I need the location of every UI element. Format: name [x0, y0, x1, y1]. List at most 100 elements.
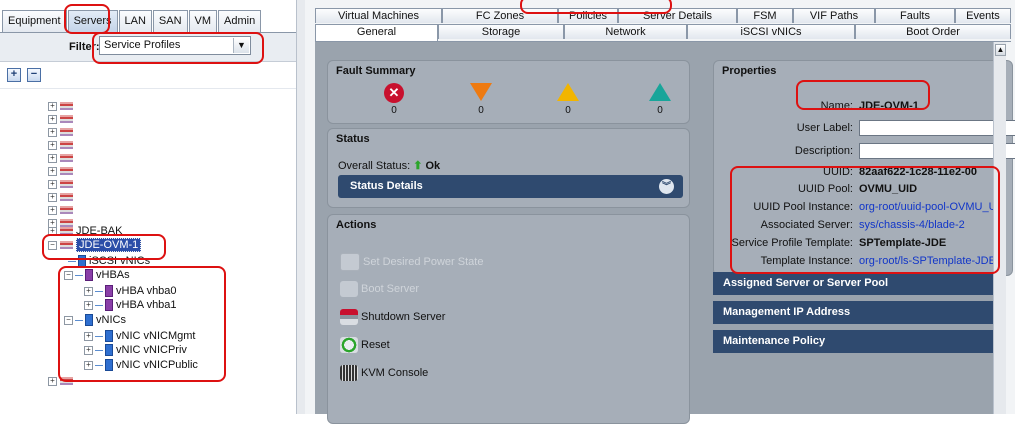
tree-toolbar: + − — [0, 62, 296, 89]
description-input[interactable] — [859, 143, 1015, 159]
tab-row-bottom: General Storage Network iSCSI vNICs Boot… — [315, 24, 1011, 42]
service-profile-icon — [60, 206, 73, 215]
status-details-toggle[interactable]: Status Details ︾ — [338, 175, 683, 198]
service-profile-icon — [60, 241, 73, 250]
tree-item-label: vNICs — [96, 314, 126, 326]
tree-item-jde-bak[interactable]: + JDE-BAK — [48, 224, 122, 238]
tree-item-label: vNIC vNICPublic — [116, 359, 198, 371]
shutdown-server-action[interactable]: Shutdown Server — [340, 309, 445, 329]
nav-tab-servers[interactable]: Servers — [67, 10, 118, 32]
service-profile-icon — [60, 377, 73, 386]
tree-item-vnics[interactable]: − vNICs — [64, 313, 126, 327]
collapse-icon[interactable]: − — [64, 271, 73, 280]
tab-storage[interactable]: Storage — [438, 24, 564, 39]
collapse-all-icon[interactable]: − — [27, 68, 41, 82]
tab-general[interactable]: General — [315, 24, 438, 41]
expand-icon[interactable]: + — [84, 332, 93, 341]
tree-item-label: JDE-OVM-1 — [76, 238, 142, 252]
expand-icon[interactable]: + — [48, 102, 57, 111]
expand-icon[interactable]: + — [48, 167, 57, 176]
tab-boot-order[interactable]: Boot Order — [855, 24, 1011, 39]
chevron-down-icon[interactable]: ▼ — [233, 38, 249, 53]
tab-vif-paths[interactable]: VIF Paths — [793, 8, 875, 23]
expand-icon[interactable]: + — [48, 128, 57, 137]
template-instance-link[interactable]: org-root/ls-SPTemplate-JDE — [859, 255, 996, 267]
chevron-double-down-icon[interactable]: ︾ — [659, 179, 674, 194]
prop-name: Name: JDE-OVM-1 — [713, 100, 1013, 116]
assigned-server-expander[interactable]: Assigned Server or Server Pool — [713, 272, 1001, 295]
tab-fc-zones[interactable]: FC Zones — [442, 8, 558, 23]
collapse-icon[interactable]: − — [64, 316, 73, 325]
expand-icon[interactable]: + — [84, 346, 93, 355]
tab-virtual-machines[interactable]: Virtual Machines — [315, 8, 442, 23]
expand-icon[interactable]: + — [48, 115, 57, 124]
critical-fault[interactable]: ✕ 0 — [374, 83, 414, 116]
nav-tab-admin[interactable]: Admin — [218, 10, 262, 32]
prop-uuid: UUID: 82aaf622-1c28-11e2-00 — [713, 166, 1003, 182]
management-ip-expander[interactable]: Management IP Address — [713, 301, 1001, 324]
tree-item-vhbas[interactable]: − vHBAs — [64, 268, 130, 282]
reset-action[interactable]: Reset — [340, 337, 390, 357]
expand-icon[interactable]: + — [48, 154, 57, 163]
tree-item-vhba0[interactable]: + vHBA vhba0 — [84, 284, 177, 298]
action-label: Set Desired Power State — [363, 255, 484, 268]
expand-icon[interactable]: + — [48, 377, 57, 386]
maintenance-policy-expander[interactable]: Maintenance Policy — [713, 330, 1001, 353]
properties-title: Properties — [722, 65, 777, 77]
expand-icon[interactable]: + — [48, 206, 57, 215]
overall-status-value: Ok — [425, 160, 441, 172]
tab-server-details[interactable]: Server Details — [618, 8, 737, 23]
expand-icon[interactable]: + — [84, 301, 93, 310]
boot-server-icon — [340, 281, 358, 297]
tree-item-iscsi-vnics[interactable]: iSCSI vNICs — [68, 254, 150, 268]
tab-iscsi-vnics[interactable]: iSCSI vNICs — [687, 24, 855, 39]
minor-fault-count: 0 — [565, 105, 571, 116]
warning-fault[interactable]: 0 — [640, 83, 680, 116]
tree-connector — [75, 274, 83, 276]
prop-sp-template: Service Profile Template: SPTemplate-JDE — [709, 237, 1003, 253]
uuid-pool-instance-link[interactable]: org-root/uuid-pool-OVMU_UI — [859, 201, 1000, 213]
prop-description: Description: — [713, 143, 1015, 161]
nav-tab-equipment[interactable]: Equipment — [2, 10, 67, 32]
nav-tab-lan[interactable]: LAN — [118, 10, 152, 32]
vertical-scrollbar[interactable]: ▲ — [993, 42, 1006, 414]
prop-uuid-pool-label: UUID Pool: — [797, 183, 853, 195]
expand-icon[interactable]: + — [48, 180, 57, 189]
tree-item-vnicpriv[interactable]: + vNIC vNICPriv — [84, 343, 187, 357]
pane-splitter[interactable] — [296, 0, 305, 414]
tab-events[interactable]: Events — [955, 8, 1011, 23]
tree-item-vnicpublic[interactable]: + vNIC vNICPublic — [84, 358, 198, 372]
expand-icon[interactable]: + — [84, 287, 93, 296]
expand-icon[interactable]: + — [48, 141, 57, 150]
collapse-icon[interactable]: − — [48, 241, 57, 250]
filter-select[interactable]: Service Profiles ▼ — [99, 36, 251, 55]
scroll-up-icon[interactable]: ▲ — [995, 44, 1006, 56]
prop-uuid-pool-instance-label: UUID Pool Instance: — [753, 201, 853, 213]
tab-network[interactable]: Network — [564, 24, 687, 39]
associated-server-link[interactable]: sys/chassis-4/blade-2 — [859, 219, 965, 231]
expand-icon[interactable]: + — [48, 227, 57, 236]
tree-connector — [68, 260, 76, 262]
major-fault[interactable]: 0 — [461, 83, 501, 116]
nav-tab-vm[interactable]: VM — [188, 10, 218, 32]
tree-item-jde-ovm-1[interactable]: − JDE-OVM-1 — [48, 238, 142, 252]
tab-policies[interactable]: Policies — [558, 8, 618, 23]
kvm-console-action[interactable]: KVM Console — [340, 365, 428, 385]
tree-connector — [95, 364, 103, 366]
expand-all-icon[interactable]: + — [7, 68, 21, 82]
nav-tab-san[interactable]: SAN — [152, 10, 188, 32]
service-profile-icon — [60, 141, 73, 150]
tree-item-vhba1[interactable]: + vHBA vhba1 — [84, 298, 177, 312]
vhba-icon — [105, 285, 113, 298]
tree-item-vnicmgmt[interactable]: + vNIC vNICMgmt — [84, 329, 195, 343]
user-label-input[interactable] — [859, 120, 1015, 136]
minor-fault[interactable]: 0 — [548, 83, 588, 116]
tab-fsm[interactable]: FSM — [737, 8, 793, 23]
expand-icon[interactable]: + — [84, 361, 93, 370]
power-icon — [340, 253, 360, 271]
tab-faults[interactable]: Faults — [875, 8, 955, 23]
status-title: Status — [336, 133, 370, 145]
set-desired-power-state-action[interactable]: Set Desired Power State — [340, 253, 483, 273]
expand-icon[interactable]: + — [48, 193, 57, 202]
boot-server-action[interactable]: Boot Server — [340, 281, 419, 301]
